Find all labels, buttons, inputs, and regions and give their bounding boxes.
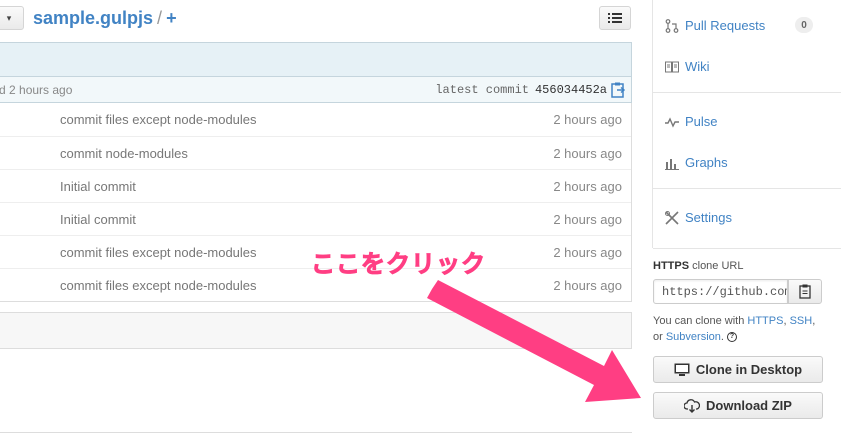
add-file-button[interactable]: + bbox=[166, 8, 177, 28]
sidebar-item-label: Wiki bbox=[685, 59, 710, 74]
clone-help-prefix: You can clone with bbox=[653, 315, 745, 327]
sidebar-separator bbox=[653, 188, 841, 189]
readme-header bbox=[0, 312, 632, 349]
pull-request-icon bbox=[664, 18, 680, 33]
clone-desktop-label: Clone in Desktop bbox=[695, 362, 803, 377]
sidebar-item-graphs[interactable]: Graphs bbox=[664, 155, 728, 170]
monitor-icon bbox=[674, 363, 690, 377]
clipboard-icon bbox=[798, 284, 811, 299]
commit-age: 2 hours ago bbox=[553, 278, 622, 293]
table-row: commit node-modules 2 hours ago bbox=[0, 136, 631, 169]
cloud-download-icon bbox=[684, 398, 701, 413]
sidebar-item-label: Pulse bbox=[685, 114, 718, 129]
table-row: Initial commit 2 hours ago bbox=[0, 202, 631, 235]
tools-icon bbox=[664, 210, 680, 225]
clone-protocol: HTTPS bbox=[653, 260, 690, 272]
sidebar-item-settings[interactable]: Settings bbox=[664, 210, 732, 225]
divider bbox=[0, 432, 632, 433]
clipboard-icon[interactable] bbox=[611, 82, 625, 98]
branch-select-caret[interactable]: ▾ bbox=[0, 6, 24, 30]
latest-commit-bar: d 2 hours ago latest commit 456034452a bbox=[0, 76, 632, 103]
download-zip-label: Download ZIP bbox=[706, 398, 792, 413]
sidebar-item-label: Pull Requests bbox=[685, 18, 766, 33]
list-icon bbox=[608, 13, 622, 23]
sidebar-separator bbox=[653, 248, 841, 249]
download-zip-button[interactable]: Download ZIP bbox=[653, 392, 823, 419]
clone-title-suffix: clone URL bbox=[692, 260, 744, 272]
table-row: Initial commit 2 hours ago bbox=[0, 169, 631, 202]
commit-age: 2 hours ago bbox=[553, 112, 622, 127]
path-separator: / bbox=[157, 8, 163, 28]
list-view-button[interactable] bbox=[599, 6, 631, 30]
repository-page: ▾ sample.gulpjs / + d 2 hours ago latest c… bbox=[0, 0, 841, 436]
sidebar-item-wiki[interactable]: Wiki bbox=[664, 59, 710, 74]
sidebar-item-pulse[interactable]: Pulse bbox=[664, 114, 718, 129]
repo-name-link[interactable]: sample.gulpjs bbox=[33, 8, 153, 28]
sidebar-separator bbox=[653, 92, 841, 93]
copy-url-button[interactable] bbox=[788, 279, 822, 304]
commit-message-link[interactable]: commit files except node-modules bbox=[60, 278, 257, 293]
commit-sha-link[interactable]: 456034452a bbox=[535, 83, 607, 97]
annotation-label: ここをクリック bbox=[311, 251, 486, 279]
https-link[interactable]: HTTPS bbox=[747, 315, 783, 327]
commit-message-link[interactable]: Initial commit bbox=[60, 212, 136, 227]
sidebar-item-pull-requests[interactable]: Pull Requests bbox=[664, 18, 765, 33]
pulse-icon bbox=[664, 115, 680, 129]
clone-url-input[interactable]: https://github.com bbox=[653, 279, 788, 304]
ssh-link[interactable]: SSH bbox=[790, 315, 813, 327]
commit-time: d 2 hours ago bbox=[0, 83, 73, 97]
commit-message-link[interactable]: commit files except node-modules bbox=[60, 245, 257, 260]
commit-age: 2 hours ago bbox=[553, 179, 622, 194]
commit-age: 2 hours ago bbox=[553, 245, 622, 260]
commit-message-link[interactable]: commit files except node-modules bbox=[60, 112, 257, 127]
repo-path: sample.gulpjs / + bbox=[33, 8, 177, 29]
table-row: commit files except node-modules 2 hours … bbox=[0, 103, 631, 136]
commit-tease bbox=[0, 42, 632, 76]
commit-age: 2 hours ago bbox=[553, 146, 622, 161]
clone-help-text: You can clone with HTTPS, SSH, or Subver… bbox=[653, 315, 816, 343]
commit-message-link[interactable]: commit node-modules bbox=[60, 146, 188, 161]
sidebar-divider bbox=[652, 0, 653, 248]
help-icon[interactable]: ? bbox=[727, 332, 738, 343]
clone-url-title: HTTPS clone URL bbox=[653, 260, 743, 272]
latest-commit-label: latest commit bbox=[435, 83, 529, 97]
commit-message-link[interactable]: Initial commit bbox=[60, 179, 136, 194]
sidebar-item-label: Settings bbox=[685, 210, 732, 225]
subversion-link[interactable]: Subversion bbox=[666, 331, 721, 343]
graph-icon bbox=[664, 156, 680, 170]
or-text: or bbox=[653, 331, 663, 343]
sidebar-item-label: Graphs bbox=[685, 155, 728, 170]
pull-request-counter: 0 bbox=[795, 17, 813, 33]
clone-in-desktop-button[interactable]: Clone in Desktop bbox=[653, 356, 823, 383]
commit-age: 2 hours ago bbox=[553, 212, 622, 227]
book-icon bbox=[664, 60, 680, 74]
